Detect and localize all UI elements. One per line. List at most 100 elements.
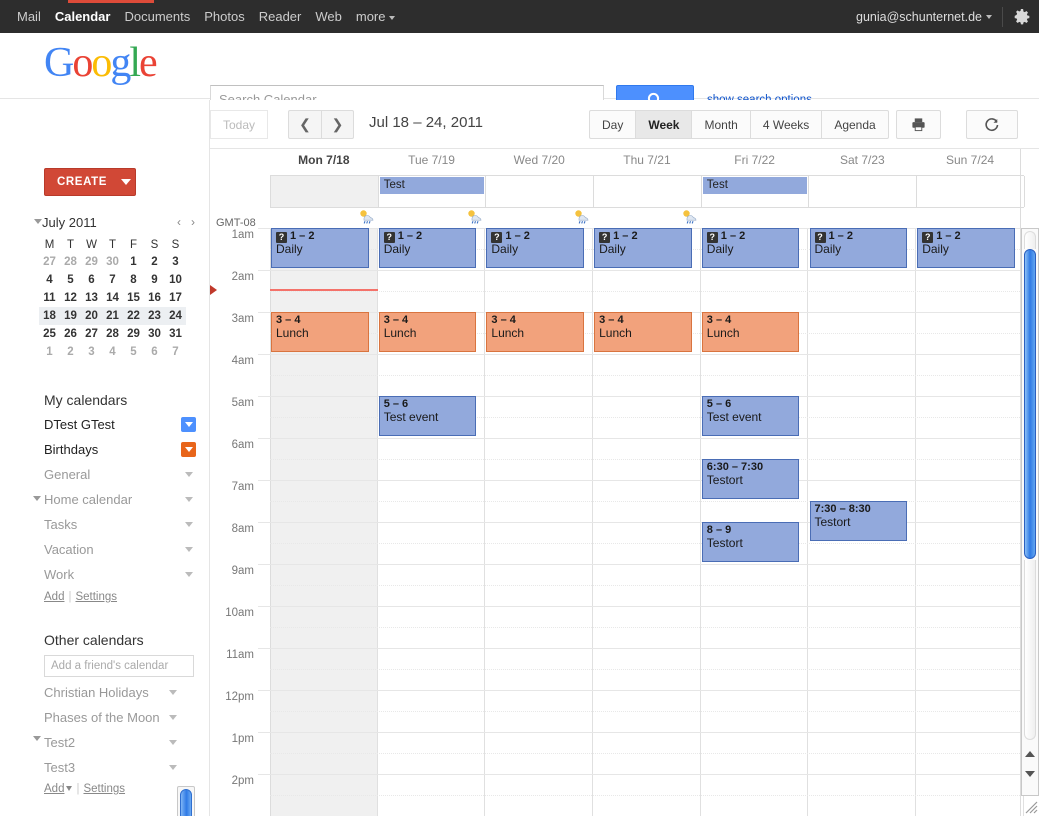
all-day-cell-0[interactable] (271, 176, 379, 207)
mini-calendar-day[interactable]: 8 (123, 271, 144, 289)
mini-calendar-day[interactable]: 17 (165, 289, 186, 307)
view-button-agenda[interactable]: Agenda (821, 110, 889, 139)
collapse-icon[interactable] (34, 219, 42, 224)
other-calendars-add-link[interactable]: Add (44, 783, 64, 795)
weather-rain-sun-icon[interactable] (682, 209, 699, 225)
weather-rain-sun-icon[interactable] (359, 209, 376, 225)
mini-calendar-day[interactable]: 14 (102, 289, 123, 307)
view-button-month[interactable]: Month (691, 110, 750, 139)
nav-link-reader[interactable]: Reader (252, 9, 309, 24)
day-header-4[interactable]: Fri 7/22 (701, 153, 809, 167)
my-calendar-item-options-icon[interactable] (181, 492, 196, 507)
my-calendar-item[interactable]: Vacation (44, 537, 196, 562)
grid-scrollbar-thumb[interactable] (1024, 249, 1036, 559)
other-calendar-item-options-icon[interactable] (165, 760, 180, 775)
gear-icon[interactable] (1013, 8, 1031, 26)
calendar-event[interactable]: 7:30 – 8:30 Testort (809, 501, 908, 541)
nav-link-documents[interactable]: Documents (117, 9, 197, 24)
sidebar-scrollbar[interactable] (177, 786, 195, 816)
calendar-event[interactable]: ? 1 – 2 Daily (271, 228, 369, 268)
other-calendars-collapse-icon[interactable] (33, 736, 41, 741)
add-friend-calendar-input[interactable] (44, 655, 194, 677)
other-calendar-item-options-icon[interactable] (165, 685, 180, 700)
mini-calendar-day[interactable]: 13 (81, 289, 102, 307)
mini-calendar-day[interactable]: 28 (102, 325, 123, 343)
mini-calendar-day[interactable]: 9 (144, 271, 165, 289)
calendar-event[interactable]: 3 – 4 Lunch (701, 312, 800, 352)
calendar-event[interactable]: ? 1 – 2 Daily (809, 228, 908, 268)
mini-calendar-day[interactable]: 31 (165, 325, 186, 343)
other-calendar-item-options-icon[interactable] (165, 735, 180, 750)
account-email[interactable]: gunia@schunternet.de (856, 10, 992, 24)
grid-scrollbar-track-bottom[interactable] (1024, 560, 1036, 740)
view-button-day[interactable]: Day (589, 110, 636, 139)
calendar-event[interactable]: 3 – 4 Lunch (271, 312, 369, 352)
all-day-cell-5[interactable] (810, 176, 918, 207)
mini-calendar-day[interactable]: 3 (81, 343, 102, 361)
scroll-down-icon[interactable] (1025, 771, 1035, 777)
day-header-0[interactable]: Mon 7/18 (270, 153, 378, 167)
mini-calendar-day[interactable]: 27 (39, 253, 60, 271)
calendar-event[interactable]: ? 1 – 2 Daily (486, 228, 585, 268)
mini-prev-month-button[interactable]: ‹ (177, 215, 181, 229)
mini-calendar-day[interactable]: 6 (81, 271, 102, 289)
calendar-event[interactable]: ? 1 – 2 Daily (701, 228, 800, 268)
other-calendar-item[interactable]: Christian Holidays (44, 680, 180, 705)
other-calendar-item[interactable]: Phases of the Moon (44, 705, 180, 730)
sidebar-scrollbar-thumb[interactable] (180, 789, 192, 816)
mini-calendar-day[interactable]: 6 (144, 343, 165, 361)
day-header-2[interactable]: Wed 7/20 (485, 153, 593, 167)
mini-calendar-day[interactable]: 11 (39, 289, 60, 307)
calendar-event[interactable]: ? 1 – 2 Daily (378, 228, 477, 268)
mini-calendar-day[interactable]: 19 (60, 307, 81, 325)
calendar-event[interactable]: 8 – 9 Testort (701, 522, 800, 562)
calendar-event[interactable]: 3 – 4 Lunch (486, 312, 585, 352)
my-calendar-item[interactable]: Work (44, 562, 196, 587)
mini-calendar-day[interactable]: 1 (39, 343, 60, 361)
mini-calendar-day[interactable]: 29 (81, 253, 102, 271)
mini-calendar-day[interactable]: 29 (123, 325, 144, 343)
grid-scrollbar-track-top[interactable] (1024, 231, 1036, 249)
mini-calendar-day[interactable]: 28 (60, 253, 81, 271)
view-button-4-weeks[interactable]: 4 Weeks (749, 110, 822, 139)
all-day-cell-6[interactable] (917, 176, 1025, 207)
calendar-event[interactable]: 3 – 4 Lunch (378, 312, 477, 352)
other-calendar-item[interactable]: Test2 (44, 730, 180, 755)
all-day-cell-2[interactable] (486, 176, 595, 207)
mini-calendar-day[interactable]: 2 (60, 343, 81, 361)
mini-calendar-day[interactable]: 27 (81, 325, 102, 343)
resize-grip-icon[interactable] (1022, 798, 1038, 814)
nav-link-more[interactable]: more (349, 9, 403, 24)
nav-link-calendar[interactable]: Calendar (48, 9, 118, 24)
mini-calendar-day[interactable]: 7 (165, 343, 186, 361)
mini-calendar-day[interactable]: 30 (144, 325, 165, 343)
print-button[interactable] (896, 110, 941, 139)
mini-calendar-day[interactable]: 7 (102, 271, 123, 289)
my-calendars-settings-link[interactable]: Settings (75, 591, 117, 603)
mini-calendar-day[interactable]: 12 (60, 289, 81, 307)
my-calendars-collapse-icon[interactable] (33, 496, 41, 501)
my-calendar-item-options-icon[interactable] (181, 442, 196, 457)
nav-link-web[interactable]: Web (308, 9, 349, 24)
my-calendar-item-options-icon[interactable] (181, 417, 196, 432)
calendar-event[interactable]: 6:30 – 7:30 Testort (701, 459, 800, 499)
mini-calendar-day[interactable]: 21 (102, 307, 123, 325)
all-day-cell-3[interactable] (594, 176, 702, 207)
day-header-1[interactable]: Tue 7/19 (378, 153, 486, 167)
grid-scrollbar[interactable] (1021, 228, 1039, 796)
mini-calendar-day[interactable]: 5 (123, 343, 144, 361)
my-calendar-item-options-icon[interactable] (181, 567, 196, 582)
mini-calendar-day[interactable]: 22 (123, 307, 144, 325)
nav-link-mail[interactable]: Mail (10, 9, 48, 24)
day-header-3[interactable]: Thu 7/21 (593, 153, 701, 167)
my-calendar-item-options-icon[interactable] (181, 542, 196, 557)
calendar-event[interactable]: ? 1 – 2 Daily (917, 228, 1015, 268)
all-day-event[interactable]: Test (702, 177, 808, 194)
mini-calendar-day[interactable]: 4 (39, 271, 60, 289)
mini-calendar-day[interactable]: 25 (39, 325, 60, 343)
prev-period-button[interactable]: ❮ (288, 110, 321, 139)
mini-calendar-day[interactable]: 30 (102, 253, 123, 271)
calendar-event[interactable]: ? 1 – 2 Daily (594, 228, 692, 268)
view-button-week[interactable]: Week (635, 110, 692, 139)
next-period-button[interactable]: ❯ (321, 110, 354, 139)
